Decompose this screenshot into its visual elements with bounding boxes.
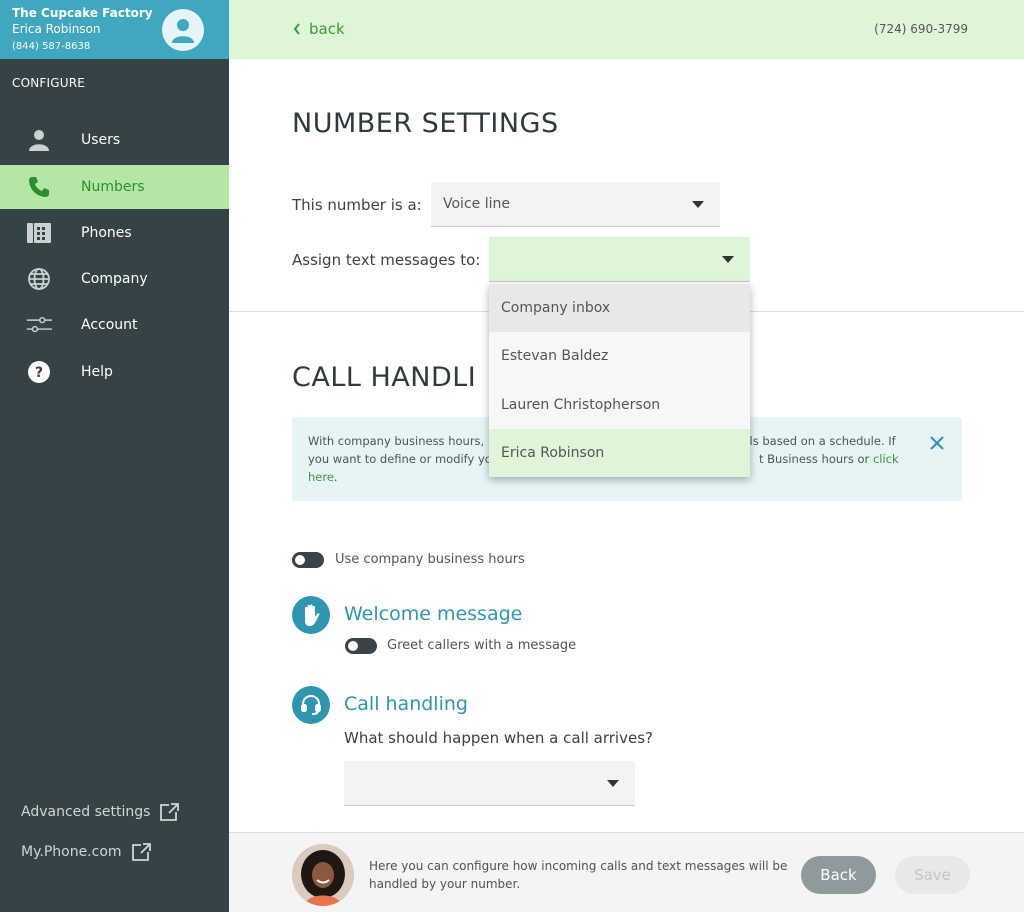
footer-bar: Here you can configure how incoming call… (229, 832, 1024, 912)
info-period: . (333, 470, 338, 484)
sliders-icon (26, 312, 52, 338)
assign-texts-select[interactable] (489, 237, 750, 282)
back-link[interactable]: back (293, 20, 345, 38)
my-phone-label: My.Phone.com (21, 844, 122, 860)
greet-callers-toggle[interactable] (345, 638, 377, 654)
sidebar-item-label: Users (81, 132, 121, 148)
number-settings-title: NUMBER SETTINGS (292, 108, 559, 139)
configure-heading: CONFIGURE (12, 76, 86, 90)
hand-wave-icon (292, 596, 330, 634)
business-hours-toggle-label: Use company business hours (335, 552, 525, 567)
business-hours-toggle[interactable] (292, 552, 324, 568)
svg-text:?: ? (35, 365, 43, 381)
call-handling-title: Call handling (344, 693, 468, 715)
globe-icon (26, 266, 52, 292)
user-avatar-icon[interactable] (162, 9, 204, 51)
caret-down-icon (607, 780, 619, 787)
assign-texts-dropdown: Company inbox Estevan Baldez Lauren Chri… (489, 284, 750, 477)
click-here-link-cont[interactable]: here (308, 470, 334, 484)
caret-down-icon (722, 256, 734, 263)
top-bar: back (724) 690-3799 (229, 0, 1024, 59)
call-handling-section-title: CALL HANDLI (292, 362, 477, 393)
greet-callers-toggle-label: Greet callers with a message (387, 638, 577, 653)
info-text-line2-right: t Business hours or (759, 452, 870, 466)
info-text-line2: you want to define or modify yo (308, 452, 492, 466)
advanced-settings-label: Advanced settings (21, 804, 151, 820)
sidebar-item-users[interactable]: Users (0, 118, 229, 162)
footer-help-line2: handled by your number. (369, 877, 521, 891)
chevron-left-icon (293, 23, 300, 35)
advanced-settings-link[interactable]: Advanced settings (21, 802, 180, 822)
number-type-select[interactable]: Voice line (431, 182, 720, 227)
close-icon[interactable] (930, 435, 944, 454)
phone-icon (26, 174, 52, 200)
sidebar-item-phones[interactable]: Phones (0, 211, 229, 255)
dropdown-option-lauren-christopherson[interactable]: Lauren Christopherson (489, 381, 750, 429)
sidebar-item-label: Numbers (81, 179, 145, 195)
click-here-link[interactable]: click (873, 452, 899, 466)
sidebar-item-label: Company (81, 271, 148, 287)
external-link-icon (131, 843, 151, 861)
headset-icon (292, 686, 330, 724)
external-link-icon (160, 803, 180, 821)
my-phone-link[interactable]: My.Phone.com (21, 842, 152, 862)
account-phone: (844) 587-8638 (12, 41, 91, 52)
company-name: The Cupcake Factory (12, 6, 153, 20)
account-header: The Cupcake Factory Erica Robinson (844)… (0, 0, 229, 59)
sidebar-item-numbers[interactable]: Numbers (0, 165, 229, 209)
dropdown-option-erica-robinson[interactable]: Erica Robinson (489, 429, 750, 477)
assign-texts-label: Assign text messages to: (292, 251, 481, 269)
footer-help-line1: Here you can configure how incoming call… (369, 859, 788, 873)
sidebar: The Cupcake Factory Erica Robinson (844)… (0, 0, 229, 912)
footer-help-text: Here you can configure how incoming call… (369, 857, 789, 893)
call-arrives-question: What should happen when a call arrives? (344, 729, 653, 747)
back-button[interactable]: Back (801, 856, 876, 894)
number-type-label: This number is a: (292, 196, 422, 214)
sidebar-item-label: Phones (81, 225, 132, 241)
sidebar-item-label: Help (81, 364, 113, 380)
number-type-value: Voice line (443, 196, 510, 212)
user-icon (26, 127, 52, 153)
current-number: (724) 690-3799 (874, 22, 968, 36)
desk-phone-icon (26, 220, 52, 246)
welcome-message-title: Welcome message (344, 603, 523, 625)
sidebar-item-help[interactable]: ? Help (0, 350, 229, 394)
back-label: back (309, 20, 345, 38)
save-button[interactable]: Save (895, 856, 970, 894)
dropdown-option-company-inbox[interactable]: Company inbox (489, 284, 750, 332)
help-icon: ? (26, 359, 52, 385)
caret-down-icon (692, 201, 704, 208)
sidebar-item-company[interactable]: Company (0, 257, 229, 301)
sidebar-item-label: Account (81, 317, 138, 333)
sidebar-item-account[interactable]: Account (0, 303, 229, 347)
call-action-select[interactable] (344, 761, 635, 806)
dropdown-option-estevan-baldez[interactable]: Estevan Baldez (489, 332, 750, 380)
assistant-avatar (292, 844, 354, 906)
info-text-line1: With company business hours, (308, 434, 485, 448)
user-name: Erica Robinson (12, 22, 101, 36)
